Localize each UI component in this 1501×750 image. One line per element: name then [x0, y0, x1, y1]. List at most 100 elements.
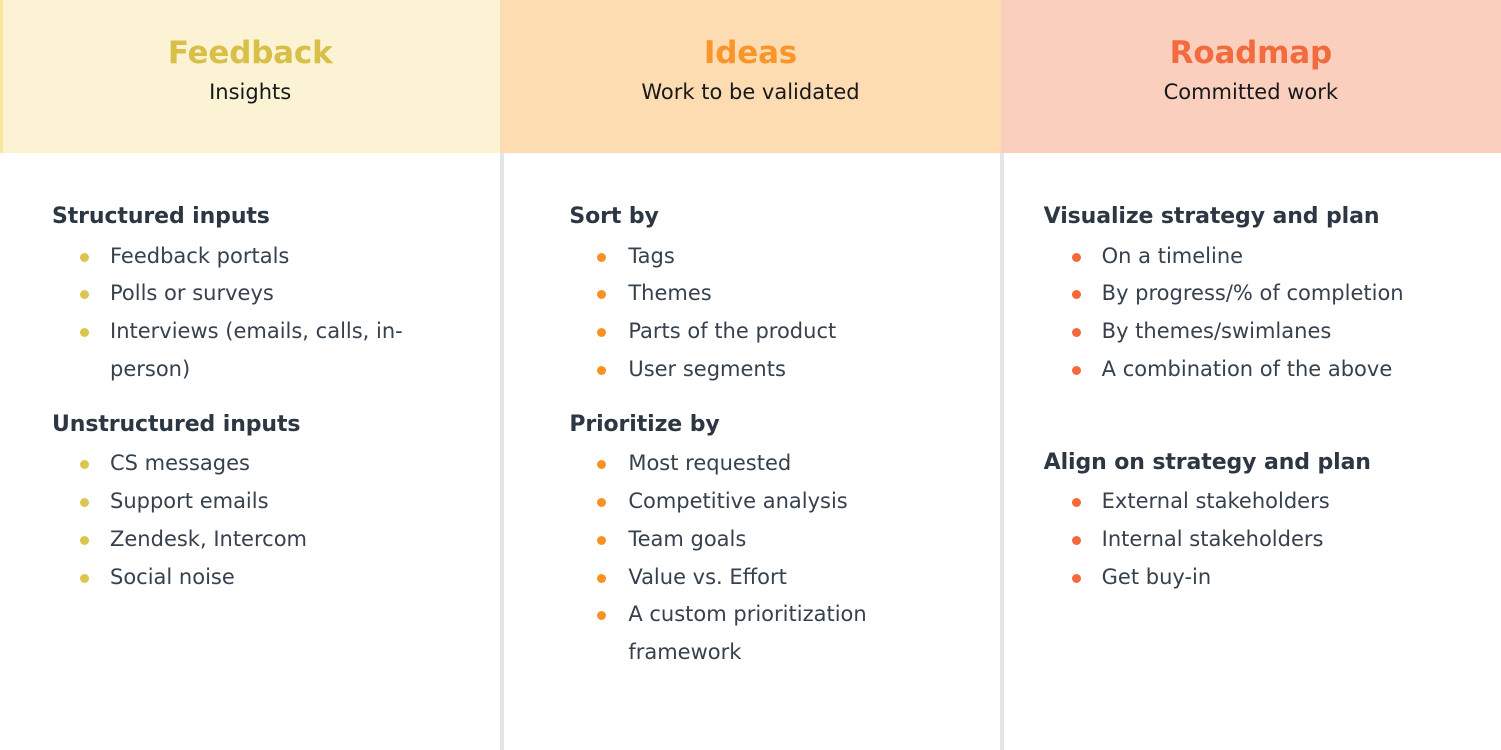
bullet-dot-icon — [80, 573, 89, 583]
list-item: External stakeholders — [1044, 483, 1487, 521]
list-item-label: Competitive analysis — [628, 488, 848, 513]
bullet-dot-icon — [597, 460, 607, 470]
bullet-dot-icon — [80, 328, 89, 338]
list-item-label: Tags — [628, 243, 675, 268]
list-item-label: Parts of the product — [628, 319, 837, 344]
list-item: Themes — [569, 275, 976, 313]
bullet-dot-icon — [1071, 573, 1081, 583]
column-header-feedback: Feedback Insights — [0, 0, 501, 153]
list-item-label: On a timeline — [1101, 243, 1244, 268]
bullet-dot-icon — [80, 252, 89, 262]
list-item: Internal stakeholders — [1044, 521, 1487, 559]
column-subtitle-roadmap: Committed work — [1163, 79, 1339, 104]
bullet-list: Feedback portals Polls or surveys Interv… — [52, 238, 470, 389]
column-body-roadmap: Visualize strategy and plan On a timelin… — [1000, 153, 1501, 750]
list-item-label: By progress/% of completion — [1101, 281, 1404, 306]
column-divider-2 — [1000, 153, 1004, 750]
bullet-dot-icon — [597, 611, 607, 621]
bullet-dot-icon — [80, 290, 89, 300]
list-item-label: Support emails — [110, 488, 269, 513]
list-item: Get buy-in — [1044, 559, 1487, 597]
list-item-label: Team goals — [628, 526, 747, 551]
column-subtitle-ideas: Work to be validated — [641, 79, 860, 104]
list-item: Support emails — [52, 483, 470, 521]
list-item-label: A combination of the above — [1101, 356, 1393, 381]
list-item-label: By themes/swimlanes — [1101, 319, 1332, 344]
list-item-label: Themes — [628, 281, 712, 306]
list-item-label: Value vs. Effort — [628, 564, 787, 589]
list-item: By themes/swimlanes — [1044, 313, 1487, 351]
column-subtitle-feedback: Insights — [209, 79, 292, 104]
section-unstructured-inputs: Unstructured inputs CS messages Support … — [52, 411, 470, 597]
bullet-list: Most requested Competitive analysis Team… — [569, 445, 976, 672]
list-item-label: Polls or surveys — [110, 281, 274, 306]
column-title-roadmap: Roadmap — [1169, 35, 1332, 71]
bullet-dot-icon — [597, 497, 607, 507]
list-item: Team goals — [569, 521, 976, 559]
bullet-dot-icon — [1071, 252, 1081, 262]
list-item-label: Internal stakeholders — [1101, 526, 1324, 551]
column-body-ideas: Sort by Tags Themes Parts of the product — [500, 153, 1001, 750]
bullet-dot-icon — [597, 328, 607, 338]
section-heading: Structured inputs — [52, 204, 270, 229]
column-header-ideas: Ideas Work to be validated — [500, 0, 1001, 153]
list-item: By progress/% of completion — [1044, 275, 1487, 313]
bullet-dot-icon — [1071, 328, 1081, 338]
bullet-dot-icon — [1071, 498, 1081, 508]
list-item: CS messages — [52, 445, 470, 483]
list-item-label: Most requested — [628, 451, 792, 476]
list-item: Social noise — [52, 559, 470, 597]
column-ideas: Ideas Work to be validated Sort by Tags … — [500, 0, 1001, 750]
column-header-roadmap: Roadmap Committed work — [1000, 0, 1501, 153]
bullet-dot-icon — [1071, 290, 1081, 300]
list-item: Competitive analysis — [569, 483, 976, 521]
bullet-list: Tags Themes Parts of the product User se… — [569, 238, 976, 389]
bullet-dot-icon — [1071, 535, 1081, 545]
bullet-list: CS messages Support emails Zendesk, Inte… — [52, 445, 470, 596]
section-heading: Prioritize by — [569, 411, 720, 437]
bullet-list: On a timeline By progress/% of completio… — [1044, 238, 1487, 389]
section-heading: Sort by — [569, 204, 659, 229]
bullet-dot-icon — [80, 497, 89, 507]
list-item: Tags — [569, 238, 976, 276]
column-title-ideas: Ideas — [703, 35, 798, 71]
bullet-dot-icon — [597, 365, 607, 375]
list-item: Feedback portals — [52, 238, 470, 276]
list-item-label: Interviews (emails, calls, in-person) — [110, 319, 403, 381]
section-heading: Unstructured inputs — [52, 411, 301, 437]
list-item: Parts of the product — [569, 313, 976, 351]
bullet-dot-icon — [597, 573, 607, 583]
list-item: Polls or surveys — [52, 275, 470, 313]
list-item: A custom prioritization framework — [569, 596, 976, 672]
column-body-feedback: Structured inputs Feedback portals Polls… — [0, 153, 501, 750]
section-visualize-strategy-and-plan: Visualize strategy and plan On a timelin… — [1044, 203, 1487, 389]
column-roadmap: Roadmap Committed work Visualize strateg… — [1000, 0, 1501, 750]
column-feedback: Feedback Insights Structured inputs Feed… — [0, 0, 501, 750]
list-item: Zendesk, Intercom — [52, 521, 470, 559]
section-align-on-strategy-and-plan: Align on strategy and plan External stak… — [1044, 449, 1487, 597]
bullet-dot-icon — [597, 252, 607, 262]
bullet-dot-icon — [80, 460, 89, 470]
section-structured-inputs: Structured inputs Feedback portals Polls… — [52, 203, 470, 389]
column-title-feedback: Feedback — [167, 35, 333, 71]
list-item-label: User segments — [628, 356, 786, 381]
bullet-dot-icon — [1071, 365, 1081, 375]
section-heading: Visualize strategy and plan — [1043, 204, 1380, 229]
section-heading: Align on strategy and plan — [1043, 449, 1371, 475]
list-item: A combination of the above — [1044, 351, 1487, 389]
three-column-board: Feedback Insights Structured inputs Feed… — [0, 0, 1501, 750]
list-item-label: A custom prioritization framework — [628, 602, 867, 665]
column-divider-1 — [500, 153, 504, 750]
bullet-dot-icon — [597, 535, 607, 545]
list-item: Most requested — [569, 445, 976, 483]
list-item: User segments — [569, 351, 976, 389]
column-edge-accent-feedback — [0, 0, 3, 153]
list-item: Value vs. Effort — [569, 559, 976, 597]
list-item-label: External stakeholders — [1101, 489, 1330, 514]
bullet-list: External stakeholders Internal stakehold… — [1044, 483, 1487, 596]
list-item-label: CS messages — [110, 451, 250, 476]
list-item: Interviews (emails, calls, in-person) — [52, 313, 470, 389]
section-sort-by: Sort by Tags Themes Parts of the product — [569, 203, 976, 389]
bullet-dot-icon — [597, 290, 607, 300]
list-item-label: Social noise — [110, 564, 235, 589]
